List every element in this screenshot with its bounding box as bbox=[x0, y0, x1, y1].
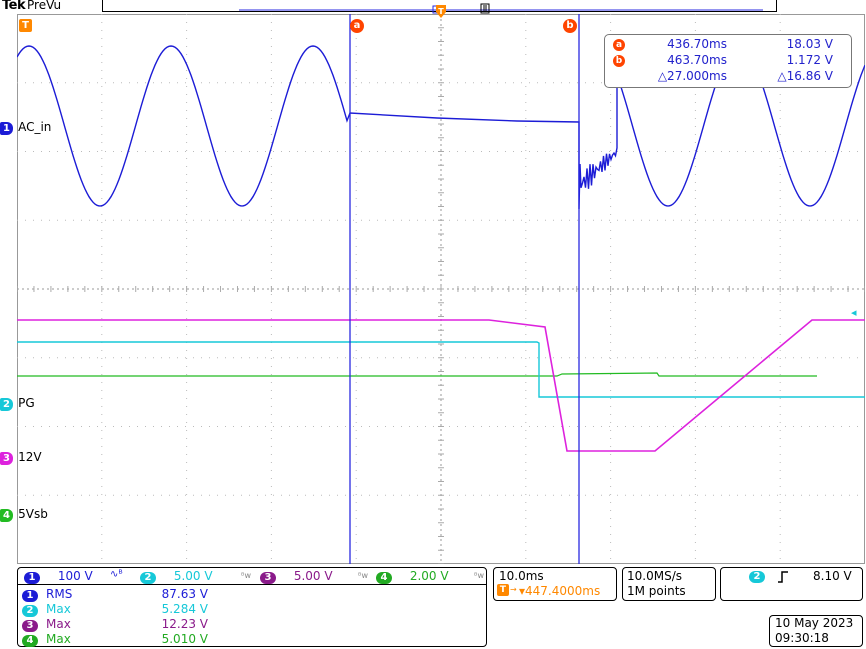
ch4-trace bbox=[17, 372, 817, 377]
datetime-panel: 10 May 2023 09:30:18 bbox=[769, 615, 863, 647]
measurement-3[interactable]: 3 Max 12.23 V bbox=[22, 617, 208, 632]
ch1-label: AC_in bbox=[18, 120, 52, 134]
bandwidth-limit-icon: ∿ᴮ bbox=[110, 569, 123, 580]
ch1-label-group: 1 AC_in bbox=[0, 116, 51, 135]
measurement-3-name: Max bbox=[46, 617, 71, 631]
measurement-1-name: RMS bbox=[46, 587, 73, 601]
measurement-1[interactable]: 1 RMS 87.63 V bbox=[22, 587, 208, 602]
ch4-scale-badge: 4 bbox=[376, 572, 392, 584]
trigger-position-marker[interactable]: T bbox=[436, 4, 446, 18]
ch3-bandwidth-icon: ᴮᴡ bbox=[358, 571, 368, 580]
ch2-scale-value: 5.00 V bbox=[173, 569, 213, 583]
ch2-scale-badge: 2 bbox=[140, 572, 156, 584]
sample-rate: 10.0MS/s bbox=[627, 569, 682, 583]
measurement-2-value: 5.284 V bbox=[161, 602, 208, 616]
measurement-4-badge: 4 bbox=[22, 635, 38, 647]
brand-logo: Tek bbox=[2, 0, 26, 13]
measurement-2-badge: 2 bbox=[22, 605, 38, 617]
horizontal-timebase-panel[interactable]: 10.0ms T → ▾447.4000ms bbox=[493, 567, 617, 601]
ch2-scale[interactable]: 2 5.00 V bbox=[140, 569, 213, 584]
vertical-scale-row: 1 100 V ∿ᴮ 2 5.00 V ᴮᴡ 3 5.00 V ᴮᴡ 4 2.0… bbox=[18, 568, 486, 585]
record-length: 1M points bbox=[627, 584, 686, 598]
ch4-scale-value: 2.00 V bbox=[409, 569, 449, 583]
ch2-marker[interactable]: 2 bbox=[0, 398, 13, 411]
ch4-label: 5Vsb bbox=[18, 507, 48, 521]
trigger-source-badge: 2 bbox=[749, 571, 765, 583]
ch1-marker[interactable]: 1 bbox=[0, 122, 13, 135]
cursor-a-handle[interactable]: a bbox=[350, 19, 364, 33]
ch1-scale-value: 100 V bbox=[57, 569, 93, 583]
measurement-3-badge: 3 bbox=[22, 620, 38, 632]
measurement-3-value: 12.23 V bbox=[161, 617, 208, 631]
cursor-delta-time: △27.000ms bbox=[657, 69, 727, 83]
trigger-level-marker[interactable]: T bbox=[19, 19, 32, 32]
ch3-label: 12V bbox=[18, 450, 42, 464]
top-bar: Tek PreVu bbox=[0, 0, 866, 14]
ch1-scale-badge: 1 bbox=[24, 572, 40, 584]
measurement-1-badge: 1 bbox=[22, 590, 38, 602]
ch4-marker[interactable]: 4 bbox=[0, 509, 13, 522]
ch2-bandwidth-icon: ᴮᴡ bbox=[241, 571, 251, 580]
trigger-panel[interactable]: 2 8.10 V bbox=[720, 567, 863, 601]
cursor-lines[interactable] bbox=[349, 14, 580, 564]
ch4-scale[interactable]: 4 2.00 V bbox=[376, 569, 449, 584]
rising-edge-icon bbox=[778, 571, 788, 583]
trigger-position-icon: T bbox=[497, 584, 509, 596]
ch3-scale-badge: 3 bbox=[260, 572, 276, 584]
measurement-4-name: Max bbox=[46, 632, 71, 646]
measurement-2-name: Max bbox=[46, 602, 71, 616]
ch4-bandwidth-icon: ᴮᴡ bbox=[474, 571, 484, 580]
cursor-a-time: 436.70ms bbox=[667, 37, 727, 51]
ch3-label-group: 3 12V bbox=[0, 446, 42, 465]
cursor-a-badge: a bbox=[613, 39, 625, 51]
timebase-scale: 10.0ms bbox=[499, 569, 544, 583]
time-label: 09:30:18 bbox=[775, 631, 829, 645]
measurement-1-value: 87.63 V bbox=[161, 587, 208, 601]
ch3-scale[interactable]: 3 5.00 V bbox=[260, 569, 333, 584]
acquisition-panel[interactable]: 10.0MS/s 1M points bbox=[622, 567, 716, 601]
cursor-a-readout: a 436.70ms 18.03 V bbox=[605, 37, 851, 53]
svg-text:T: T bbox=[438, 7, 444, 16]
status-area: 1 100 V ∿ᴮ 2 5.00 V ᴮᴡ 3 5.00 V ᴮᴡ 4 2.0… bbox=[0, 566, 866, 649]
cursor-b-time: 463.70ms bbox=[667, 53, 727, 67]
cursor-b-handle[interactable]: b bbox=[563, 19, 577, 33]
measurement-2[interactable]: 2 Max 5.284 V bbox=[22, 602, 208, 617]
waveform-display[interactable] bbox=[17, 14, 865, 564]
ch2-label-group: 2 PG bbox=[0, 392, 35, 411]
date-label: 10 May 2023 bbox=[775, 616, 854, 630]
trigger-level-arrow-icon: ◂ bbox=[851, 306, 857, 319]
ch1-scale[interactable]: 1 100 V bbox=[24, 569, 93, 584]
cursor-readout-panel: a 436.70ms 18.03 V b 463.70ms 1.172 V △2… bbox=[604, 34, 852, 88]
acquisition-mode: PreVu bbox=[27, 0, 62, 12]
measurement-4[interactable]: 4 Max 5.010 V bbox=[22, 632, 208, 647]
ch3-marker[interactable]: 3 bbox=[0, 452, 13, 465]
trigger-level: 8.10 V bbox=[813, 569, 852, 583]
ch4-label-group: 4 5Vsb bbox=[0, 503, 48, 522]
measurement-4-value: 5.010 V bbox=[161, 632, 208, 646]
cursor-delta-value: △16.86 V bbox=[777, 69, 833, 83]
ch3-scale-value: 5.00 V bbox=[293, 569, 333, 583]
cursor-b-value: 1.172 V bbox=[786, 53, 833, 67]
arrow-right-icon: → bbox=[510, 585, 517, 594]
channel-measurement-panel[interactable]: 1 100 V ∿ᴮ 2 5.00 V ᴮᴡ 3 5.00 V ᴮᴡ 4 2.0… bbox=[17, 567, 487, 647]
ch2-label: PG bbox=[18, 396, 35, 410]
timebase-position: ▾447.4000ms bbox=[519, 584, 601, 598]
cursor-delta-readout: △27.000ms △16.86 V bbox=[605, 69, 851, 85]
cursor-a-value: 18.03 V bbox=[786, 37, 833, 51]
cursor-b-readout: b 463.70ms 1.172 V bbox=[605, 53, 851, 69]
cursor-b-badge: b bbox=[613, 55, 625, 67]
